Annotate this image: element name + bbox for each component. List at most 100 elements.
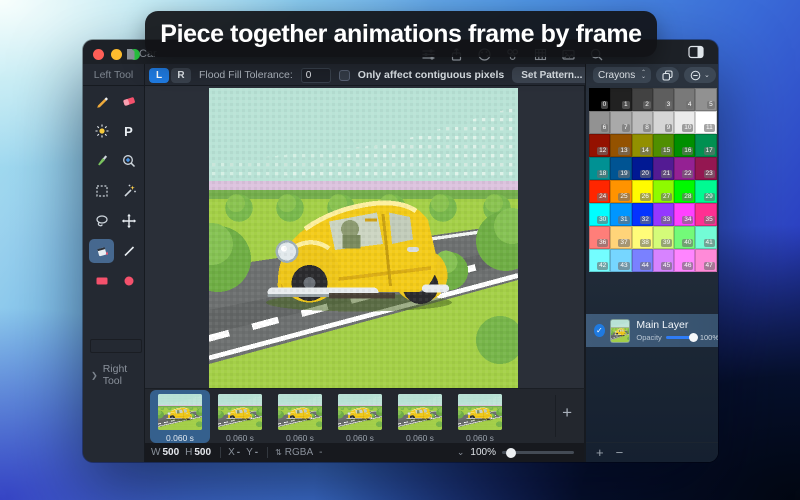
zoom-chevron-icon[interactable]: ⌄ <box>457 447 465 458</box>
tool-select-rect[interactable] <box>89 179 114 203</box>
pencil-icon <box>94 93 110 109</box>
palette-swatch[interactable]: 39 <box>653 226 674 249</box>
palette-swatch-number: 24 <box>597 193 608 201</box>
palette-swatch[interactable]: 29 <box>695 180 716 203</box>
palette-swatch[interactable]: 27 <box>653 180 674 203</box>
tool-eyedropper[interactable] <box>89 149 114 173</box>
palette-swatch[interactable]: 9 <box>653 111 674 134</box>
palette-swatch[interactable]: 20 <box>632 157 653 180</box>
palette-swatch-number: 14 <box>640 147 651 155</box>
animation-frame[interactable]: 0.060 s <box>210 390 270 443</box>
tool-rectangle[interactable] <box>89 269 114 293</box>
animation-frame[interactable]: 0.060 s <box>330 390 390 443</box>
palette-popup[interactable]: Crayons ⌃⌄ <box>593 67 651 83</box>
tool-ellipse[interactable] <box>116 269 141 293</box>
remove-layer-button[interactable]: − <box>616 445 624 460</box>
palette-swatch[interactable]: 3 <box>653 88 674 111</box>
palette-swatch[interactable]: 18 <box>589 157 610 180</box>
zoom-slider[interactable] <box>502 451 574 454</box>
palette-swatch[interactable]: 12 <box>589 134 610 157</box>
canvas-area[interactable] <box>145 86 585 388</box>
palette-swatch[interactable]: 45 <box>653 249 674 272</box>
palette-swatch[interactable]: 35 <box>695 203 716 226</box>
palette-swatch[interactable]: 43 <box>610 249 631 272</box>
add-layer-button[interactable]: + <box>596 445 604 460</box>
palette-swatch[interactable]: 21 <box>653 157 674 180</box>
layer-visibility-check[interactable]: ✓ <box>594 324 605 337</box>
palette-swatch[interactable]: 7 <box>610 111 631 134</box>
mode-stepper-icon[interactable]: ⇅ <box>275 448 282 457</box>
tool-lasso[interactable] <box>89 209 114 233</box>
tool-pattern[interactable]: P <box>116 119 141 143</box>
palette-swatch[interactable]: 41 <box>695 226 716 249</box>
palette-swatch[interactable]: 10 <box>674 111 695 134</box>
layer-name: Main Layer <box>636 319 718 331</box>
right-tool-disclosure[interactable]: ❯ Right Tool <box>91 363 144 387</box>
palette-swatch[interactable]: 1 <box>610 88 631 111</box>
zoom-slider-thumb[interactable] <box>506 448 516 458</box>
contiguous-checkbox[interactable] <box>339 70 350 81</box>
palette-swatch[interactable]: 34 <box>674 203 695 226</box>
add-frame-button[interactable]: + <box>562 403 572 423</box>
palette-swatch[interactable]: 19 <box>610 157 631 180</box>
palette-swatch[interactable]: 44 <box>632 249 653 272</box>
set-pattern-button[interactable]: Set Pattern... <box>512 67 591 83</box>
palette-swatch[interactable]: 22 <box>674 157 695 180</box>
palette-swatch[interactable]: 17 <box>695 134 716 157</box>
remove-palette-button[interactable]: ⌄ <box>684 67 716 83</box>
palette-swatch[interactable]: 40 <box>674 226 695 249</box>
palette-swatch[interactable]: 37 <box>610 226 631 249</box>
opacity-slider[interactable] <box>666 336 696 339</box>
palette-swatch[interactable]: 47 <box>695 249 716 272</box>
palette-swatch[interactable]: 2 <box>632 88 653 111</box>
palette-swatch[interactable]: 14 <box>632 134 653 157</box>
palette-swatch-number: 4 <box>686 101 694 109</box>
palette-swatch[interactable]: 6 <box>589 111 610 134</box>
palette-swatch[interactable]: 38 <box>632 226 653 249</box>
tool-eraser[interactable] <box>116 89 141 113</box>
palette-swatch[interactable]: 15 <box>653 134 674 157</box>
animation-frame[interactable]: 0.060 s <box>270 390 330 443</box>
tool-fill-bucket[interactable] <box>89 239 114 263</box>
minimize-window-button[interactable] <box>111 49 122 60</box>
right-mouse-button-toggle[interactable]: R <box>171 68 191 83</box>
palette-swatch[interactable]: 16 <box>674 134 695 157</box>
palette-swatch[interactable]: 31 <box>610 203 631 226</box>
palette-swatch[interactable]: 42 <box>589 249 610 272</box>
close-window-button[interactable] <box>93 49 104 60</box>
animation-frame[interactable]: 0.060 s <box>150 390 210 443</box>
tool-lighten[interactable] <box>89 119 114 143</box>
current-color-swatch[interactable] <box>90 339 142 353</box>
opacity-slider-thumb[interactable] <box>689 333 698 342</box>
tool-magic-wand[interactable] <box>116 179 141 203</box>
duplicate-palette-button[interactable] <box>656 67 679 83</box>
palette-swatch[interactable]: 0 <box>589 88 610 111</box>
tool-line[interactable] <box>116 239 141 263</box>
palette-swatch[interactable]: 46 <box>674 249 695 272</box>
palette-swatch[interactable]: 8 <box>632 111 653 134</box>
palette-swatch[interactable]: 26 <box>632 180 653 203</box>
palette-swatch[interactable]: 33 <box>653 203 674 226</box>
palette-swatch[interactable]: 23 <box>695 157 716 180</box>
tool-move[interactable] <box>116 209 141 233</box>
palette-swatch[interactable]: 25 <box>610 180 631 203</box>
pixel-art-canvas[interactable] <box>209 88 518 388</box>
palette-swatch[interactable]: 30 <box>589 203 610 226</box>
palette-swatch[interactable]: 32 <box>632 203 653 226</box>
animation-frame[interactable]: 0.060 s <box>450 390 510 443</box>
palette-swatch[interactable]: 36 <box>589 226 610 249</box>
palette-swatch[interactable]: 13 <box>610 134 631 157</box>
tool-pencil[interactable] <box>89 89 114 113</box>
palette-swatch[interactable]: 5 <box>695 88 716 111</box>
layer-row[interactable]: ✓ Main Layer Opacity 100% <box>586 314 718 347</box>
status-bar: W500 H500 X- Y- ⇅ RGBA - ⌄ 100% <box>145 443 585 462</box>
tolerance-input[interactable] <box>301 68 331 83</box>
toggle-sidebar-button[interactable] <box>684 42 708 62</box>
palette-swatch[interactable]: 28 <box>674 180 695 203</box>
palette-swatch[interactable]: 4 <box>674 88 695 111</box>
left-mouse-button-toggle[interactable]: L <box>149 68 169 83</box>
palette-swatch[interactable]: 24 <box>589 180 610 203</box>
palette-swatch[interactable]: 11 <box>695 111 716 134</box>
animation-frame[interactable]: 0.060 s <box>390 390 450 443</box>
tool-zoom[interactable] <box>116 149 141 173</box>
